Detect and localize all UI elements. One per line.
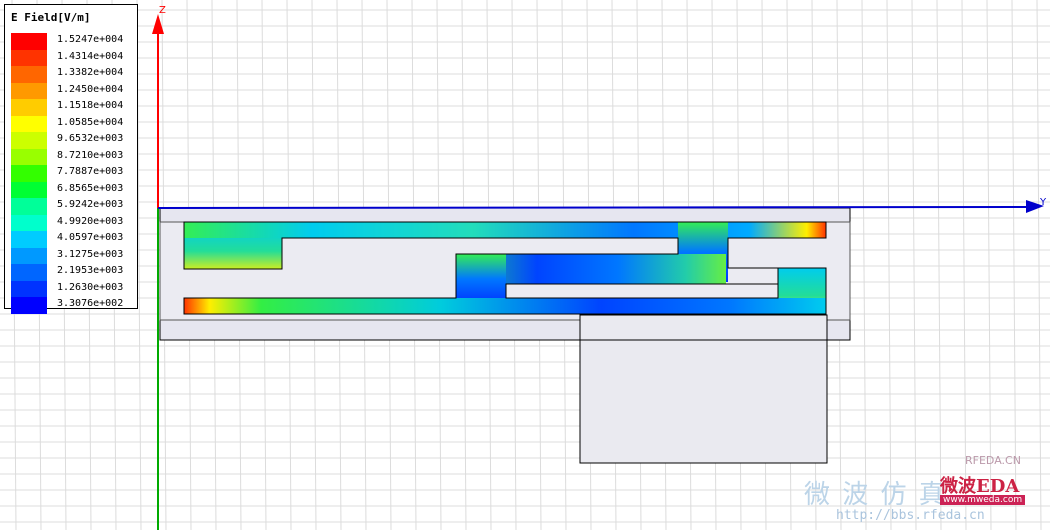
legend-entry: 4.0597e+003 [11,231,135,248]
y-axis-line [157,206,1033,209]
legend-label: 4.9920e+003 [57,215,124,227]
legend-label: 1.1518e+004 [57,100,124,111]
legend-label: 1.4314e+004 [57,50,124,62]
legend-label: 5.9242e+003 [57,199,124,210]
legend-swatch [11,280,47,297]
legend-entry: 3.3076e+002 [11,297,135,314]
color-scale-legend[interactable]: E Field[V/m] 1.5247e+004 1.4314e+004 1.338… [4,4,138,314]
legend-label: 1.0585e+004 [57,116,124,128]
y-axis-label: Y [1039,197,1047,208]
legend-label: 8.7210e+003 [57,149,124,161]
legend-swatch [11,148,47,165]
z-axis-label: Z [159,5,166,16]
legend-swatch [11,132,47,149]
legend-entry: 1.3382e+004 [11,66,135,83]
legend-entry: 1.5247e+004 [11,33,135,50]
legend-swatch [11,181,47,198]
legend-entry: 1.2630e+003 [11,280,135,297]
legend-entry: 8.7210e+003 [11,148,135,165]
legend-title: E Field[V/m] [11,11,91,24]
legend-label: 2.1953e+003 [57,265,124,276]
legend-entry: 9.6532e+003 [11,132,135,149]
legend-label: 7.7887e+003 [57,166,124,177]
legend-entry: 5.9242e+003 [11,198,135,215]
legend-entry: 1.1518e+004 [11,99,135,116]
legend-swatch [11,231,47,248]
legend-entry: 4.9920e+003 [11,214,135,231]
legend-label: 1.3382e+004 [57,67,124,78]
legend-label: 1.2630e+003 [57,281,124,293]
legend-label: 9.6532e+003 [57,133,124,144]
legend-label: 1.2450e+004 [57,83,124,95]
legend-entry: 3.1275e+003 [11,247,135,264]
legend-swatch [11,247,47,264]
legend-entry: 7.7887e+003 [11,165,135,182]
legend-swatch [11,49,47,66]
legend-swatch [11,33,47,50]
legend-swatch [11,115,47,132]
legend-swatch [11,99,47,116]
legend-swatch [11,66,47,83]
legend-entry: 6.8565e+003 [11,181,135,198]
legend-swatch [11,264,47,281]
3d-viewport[interactable]: Z Y [0,0,1050,530]
e-field-trace [183,221,827,315]
legend-label: 6.8565e+003 [57,182,124,194]
legend-entry: 2.1953e+003 [11,264,135,281]
legend-entry: 1.2450e+004 [11,82,135,99]
legend-entry: 1.4314e+004 [11,49,135,66]
legend-swatch [11,297,47,314]
legend-label: 3.3076e+002 [57,298,124,309]
legend-swatch [11,165,47,182]
legend-swatch [11,198,47,215]
legend-label: 3.1275e+003 [57,248,124,260]
legend-swatch [11,82,47,99]
legend-entry: 1.0585e+004 [11,115,135,132]
legend-label: 1.5247e+004 [57,34,124,45]
legend-swatch [11,214,47,231]
legend-label: 4.0597e+003 [57,232,124,243]
